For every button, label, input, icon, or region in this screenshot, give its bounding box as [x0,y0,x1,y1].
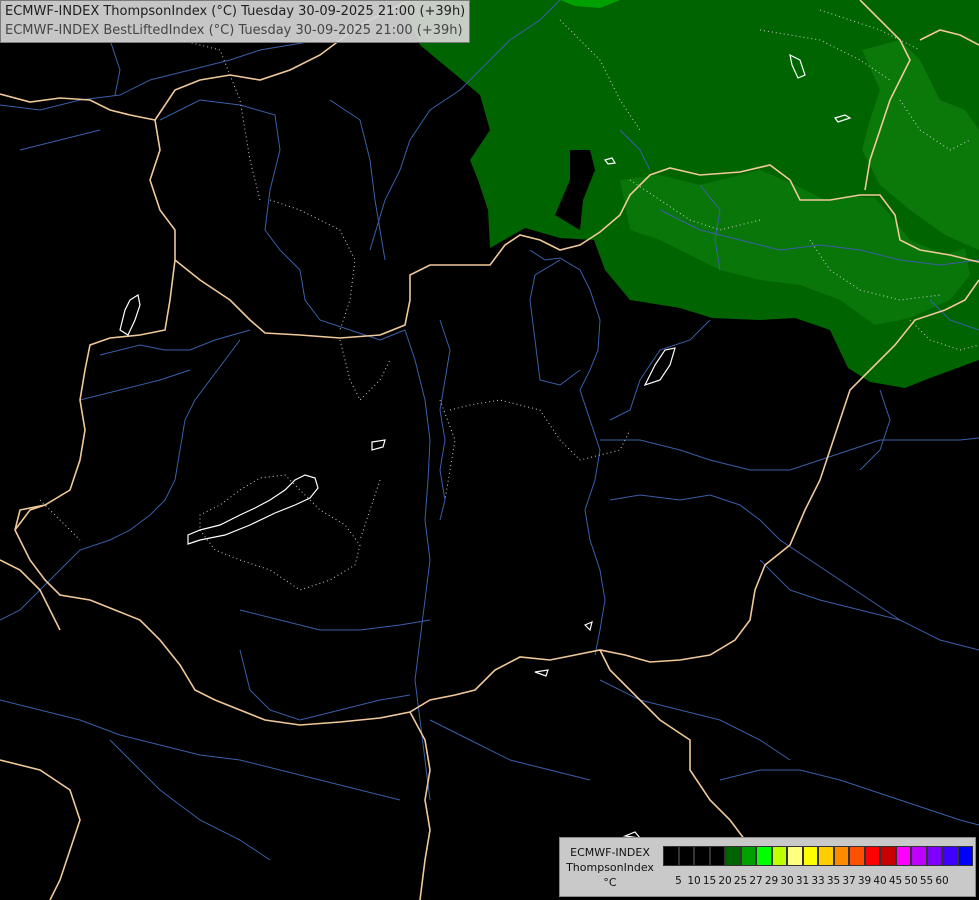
legend-tick: 39 [857,875,872,887]
legend-tick: 10 [687,875,701,887]
legend-swatch [849,846,865,866]
legend-swatch [864,846,880,866]
legend-swatch [678,846,694,866]
legend-swatch [926,846,942,866]
legend-swatch [694,846,710,866]
legend-unit-label: °C [603,876,617,889]
legend-tick: 60 [935,875,949,887]
legend-swatch [802,846,818,866]
forecast-map [0,0,979,900]
legend-tick: 5 [675,875,682,887]
legend-swatch [740,846,756,866]
legend-tick: 50 [904,875,918,887]
legend-tick: 37 [842,875,856,887]
legend-tick: 55 [919,875,934,887]
map-title-thompson: ECMWF-INDEX ThompsonIndex (°C) Tuesday 3… [5,4,466,19]
legend-tick: 25 [733,875,748,887]
legend-tick: 31 [795,875,810,887]
legend-swatch [833,846,849,866]
legend-tick: 29 [764,875,779,887]
legend-swatch [787,846,803,866]
legend-model-label: ECMWF-INDEX [570,846,650,859]
legend-swatch [942,846,958,866]
legend-tick: 15 [702,875,717,887]
legend-tick: 35 [826,875,841,887]
map-title-box: ECMWF-INDEX ThompsonIndex (°C) Tuesday 3… [0,0,471,43]
legend-swatch [818,846,834,866]
map-title-bestlifted: ECMWF-INDEX BestLiftedIndex (°C) Tuesday… [5,23,463,38]
legend-tick: 30 [780,875,794,887]
legend-swatch [663,846,679,866]
legend-tick-labels: 5 10 15 20 25 27 29 30 31 33 35 37 39 40 45 50 55 60 [663,875,973,889]
legend-swatch [895,846,911,866]
legend-swatch [880,846,896,866]
legend-swatch [725,846,741,866]
legend-swatch [911,846,927,866]
color-legend: ECMWF-INDEX ThompsonIndex °C 5 10 15 20 25 27… [559,837,976,897]
legend-tick: 33 [811,875,825,887]
legend-index-label: ThompsonIndex [566,861,654,874]
legend-tick: 45 [888,875,903,887]
legend-tick: 40 [873,875,887,887]
legend-tick: 20 [718,875,732,887]
legend-tick: 27 [749,875,763,887]
legend-swatches [663,846,973,866]
legend-swatch [756,846,772,866]
legend-swatch [957,846,973,866]
legend-swatch [771,846,787,866]
legend-swatch [709,846,725,866]
